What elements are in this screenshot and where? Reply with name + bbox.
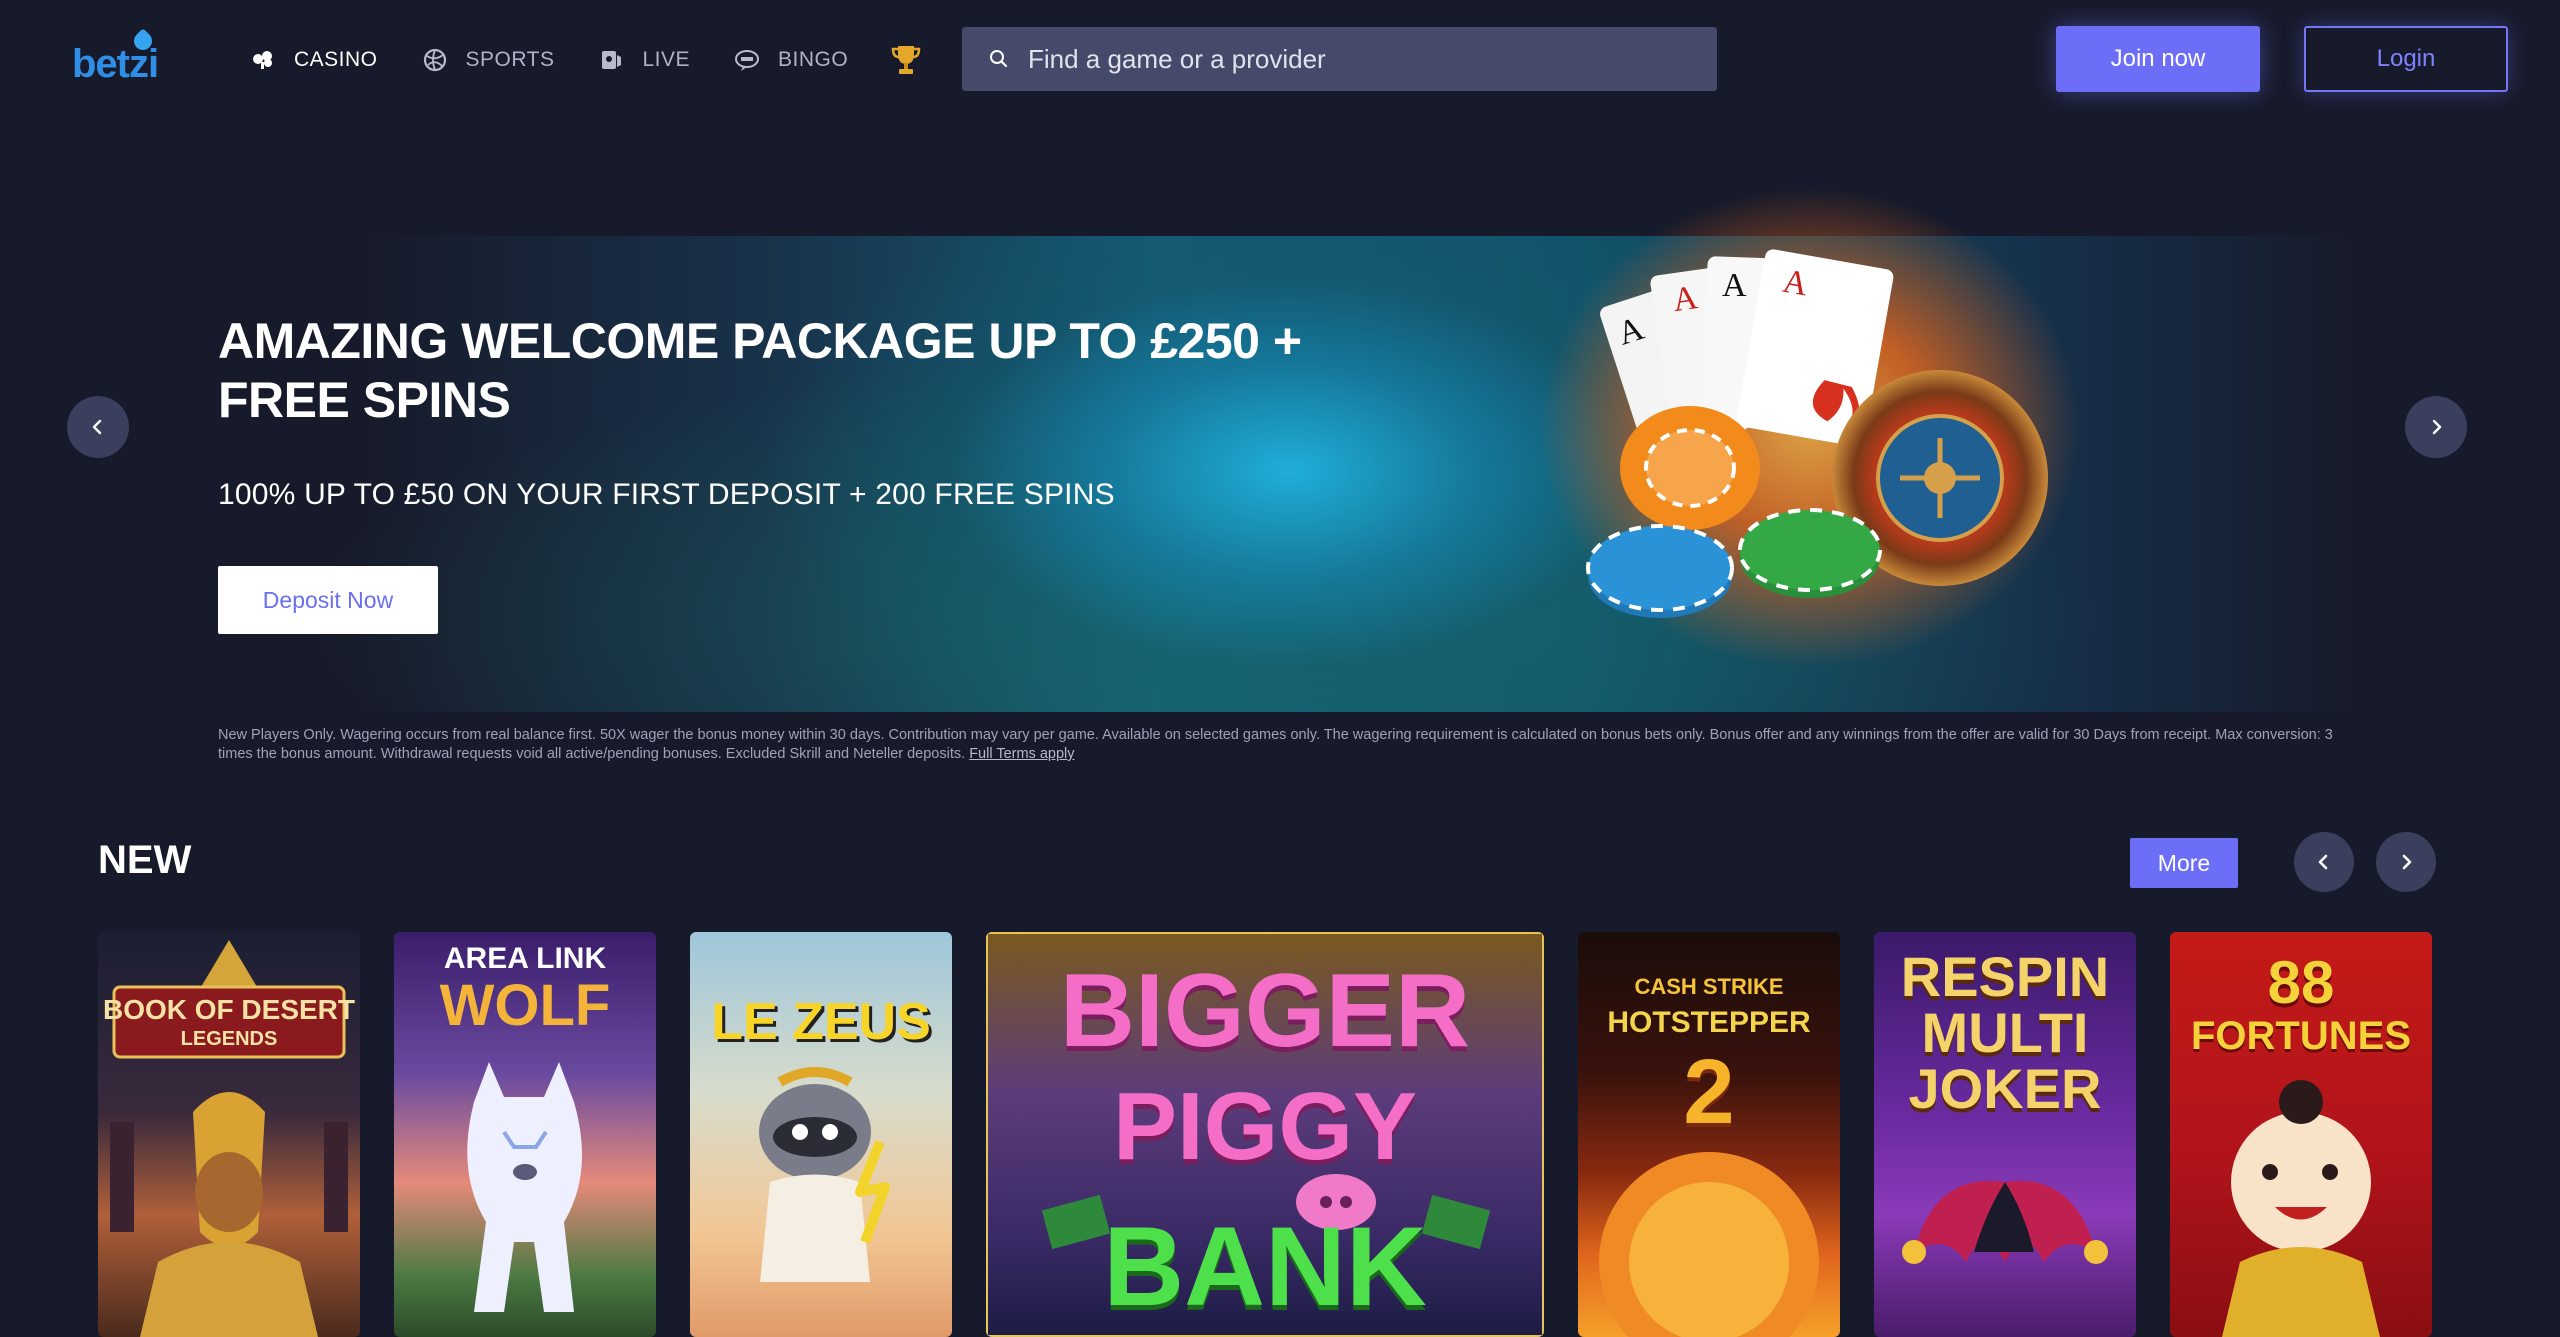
game-subtitle: LEGENDS (180, 1028, 278, 1050)
nav-live-label: LIVE (642, 48, 691, 71)
game-title: BOOK OF DESERT (102, 994, 355, 1025)
game-number: 2 (1683, 1041, 1735, 1143)
game-tile-hotstepper-2[interactable]: CASH STRIKE HOTSTEPPER 2 (1578, 932, 1840, 1337)
game-subtitle: HOTSTEPPER (1607, 1006, 1811, 1039)
login-button[interactable]: Login (2304, 26, 2508, 92)
game-tile-bigger-piggy-bank[interactable]: BIGGER PIGGY BANK (986, 932, 1544, 1337)
betzi-logo[interactable]: betzi (72, 28, 168, 86)
game-title: BIGGER (1059, 953, 1471, 1069)
chevron-left-icon (2318, 854, 2328, 870)
full-terms-link[interactable]: Full Terms apply (969, 746, 1074, 762)
terms-text: New Players Only. Wagering occurs from r… (218, 727, 2333, 762)
game-subtitle: FORTUNES (2191, 1014, 2411, 1058)
casino-promo-illustration: A A A A (1540, 188, 2080, 668)
search-bar[interactable] (962, 27, 1717, 91)
hero-title: AMAZING WELCOME PACKAGE UP TO £250 + FRE… (218, 313, 1302, 428)
nav-casino-label: CASINO (294, 48, 378, 71)
join-now-button[interactable]: Join now (2056, 26, 2260, 92)
chevron-right-icon (2402, 854, 2412, 870)
game-subtitle: PIGGY (1112, 1073, 1418, 1180)
chevron-right-icon (2432, 419, 2442, 435)
game-tile-88-fortunes[interactable]: 88 FORTUNES (2170, 932, 2432, 1337)
nav-sports-label: SPORTS (465, 48, 555, 71)
game-title: LE ZEUS (711, 993, 931, 1051)
nav-sports[interactable]: SPORTS (422, 40, 555, 80)
game-tile-le-zeus[interactable]: LE ZEUS (690, 932, 952, 1337)
bonus-terms: New Players Only. Wagering occurs from r… (218, 726, 2338, 764)
search-icon (990, 50, 1008, 68)
card-letter: A (1722, 267, 1747, 304)
search-input[interactable] (1028, 39, 1688, 79)
games-prev-button[interactable] (2294, 832, 2354, 892)
nav-tournaments[interactable] (891, 40, 924, 80)
hero-next-button[interactable] (2405, 396, 2467, 458)
main-nav: CASINO SPORTS LIVE BINGO (250, 40, 968, 80)
game-title: CASH STRIKE (1634, 974, 1784, 999)
nav-live[interactable]: LIVE (598, 40, 690, 80)
game-tile-book-of-desert[interactable]: BOOK OF DESERT LEGENDS (98, 932, 360, 1337)
bingo-icon (735, 50, 760, 71)
nav-bingo[interactable]: BINGO (734, 40, 848, 80)
site-header: betzi CASINO SPORTS LIVE BINGO Find a ga… (0, 0, 2560, 118)
section-title-new: NEW (98, 838, 192, 882)
games-next-button[interactable] (2376, 832, 2436, 892)
game-title: AREA LINK (443, 942, 607, 975)
hero-subtitle: 100% UP TO £50 ON YOUR FIRST DEPOSIT + 2… (218, 478, 1115, 511)
game-subtitle: WOLF (439, 973, 611, 1038)
game-subtitle-2: JOKER (1908, 1057, 2102, 1120)
cards-icon (253, 51, 272, 69)
hero-banner (0, 236, 2560, 712)
game-tile-area-link-wolf[interactable]: AREA LINK WOLF (394, 932, 656, 1337)
game-title: 88 (2267, 949, 2335, 1016)
logo-text: betzi (72, 42, 159, 86)
nav-casino[interactable]: CASINO (250, 40, 378, 80)
chevron-left-icon (92, 419, 102, 435)
trophy-icon (891, 46, 921, 74)
deposit-now-button[interactable]: Deposit Now (218, 566, 438, 634)
live-dealer-icon (602, 51, 622, 69)
game-tile-respin-multi-joker[interactable]: RESPIN MULTI JOKER (1874, 932, 2136, 1337)
hero-prev-button[interactable] (67, 396, 129, 458)
nav-bingo-label: BINGO (778, 48, 849, 71)
more-button[interactable]: More (2130, 838, 2238, 888)
ball-icon (423, 48, 446, 72)
game-subtitle-2: BANK (1103, 1204, 1427, 1329)
pharaoh-art (110, 940, 348, 1337)
